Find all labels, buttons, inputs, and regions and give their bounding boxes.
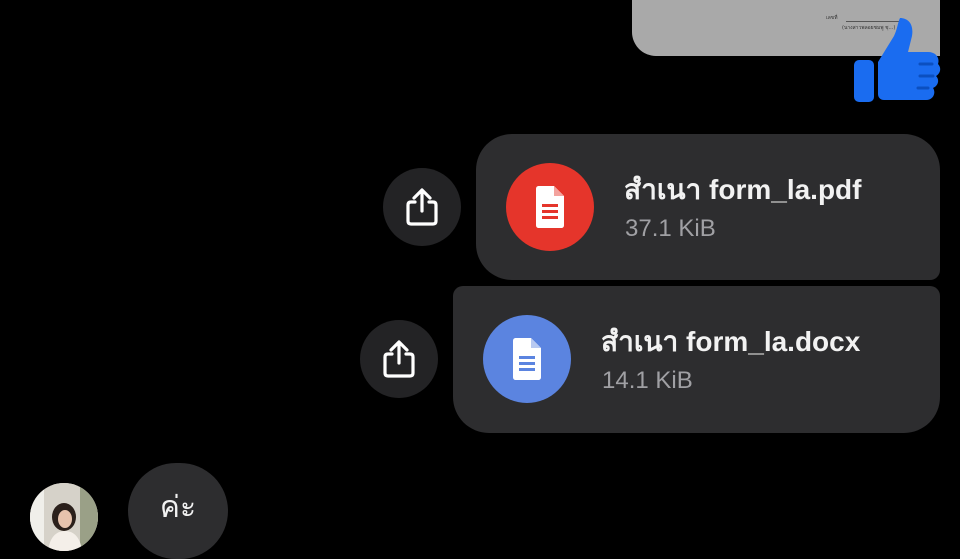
- share-icon: [383, 340, 415, 378]
- image-caption-line-1: เลขที่: [826, 15, 838, 21]
- file-size: 14.1 KiB: [602, 367, 693, 394]
- avatar[interactable]: [30, 483, 98, 551]
- pdf-document-icon: [506, 163, 594, 251]
- file-attachment-pdf[interactable]: สำเนา form_la.pdf 37.1 KiB: [476, 134, 940, 280]
- word-document-icon: [483, 315, 571, 403]
- share-button[interactable]: [383, 168, 461, 246]
- share-icon: [406, 188, 438, 226]
- file-name: สำเนา form_la.docx: [601, 326, 861, 357]
- share-button[interactable]: [360, 320, 438, 398]
- file-size: 37.1 KiB: [625, 215, 716, 242]
- message-bubble[interactable]: ค่ะ: [128, 463, 228, 559]
- file-name: สำเนา form_la.pdf: [624, 174, 862, 205]
- file-attachment-docx[interactable]: สำเนา form_la.docx 14.1 KiB: [453, 286, 940, 433]
- message-text: ค่ะ: [159, 490, 197, 524]
- thumbs-up-icon[interactable]: [848, 14, 944, 106]
